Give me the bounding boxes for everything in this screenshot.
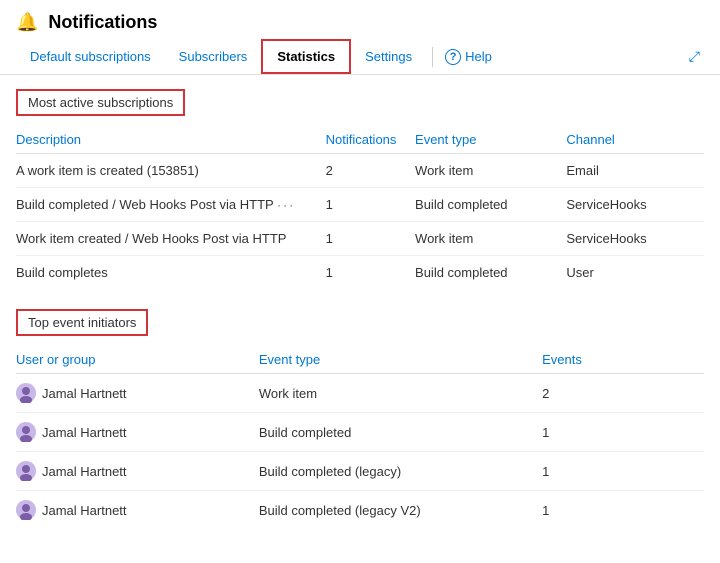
cell-user: Jamal Hartnett xyxy=(16,413,259,452)
subscriptions-table: Description Notifications Event type Cha… xyxy=(16,128,704,289)
col-user-header: User or group xyxy=(16,348,259,374)
cell-events: 1 xyxy=(542,491,704,530)
cell-user: Jamal Hartnett xyxy=(16,491,259,530)
nav-bar: Default subscriptions Subscribers Statis… xyxy=(0,39,720,75)
cell-events: 2 xyxy=(542,374,704,413)
table-row: Jamal Hartnett Build completed (legacy) … xyxy=(16,452,704,491)
cell-event-type: Build completed (legacy V2) xyxy=(259,491,542,530)
nav-divider xyxy=(432,47,433,67)
cell-description: Build completed / Web Hooks Post via HTT… xyxy=(16,188,326,222)
avatar xyxy=(16,500,36,520)
cell-description: Work item created / Web Hooks Post via H… xyxy=(16,222,326,256)
help-label: Help xyxy=(465,49,492,64)
avatar xyxy=(16,383,36,403)
cell-channel: User xyxy=(566,256,704,290)
help-link[interactable]: ? Help xyxy=(439,41,498,73)
tab-subscribers[interactable]: Subscribers xyxy=(165,41,262,72)
cell-event-type: Build completed (legacy) xyxy=(259,452,542,491)
cell-channel: ServiceHooks xyxy=(566,188,704,222)
cell-event-type: Work item xyxy=(259,374,542,413)
cell-event-type: Work item xyxy=(415,222,566,256)
table-row: Jamal Hartnett Build completed 1 xyxy=(16,413,704,452)
cell-description: A work item is created (153851) xyxy=(16,154,326,188)
cell-user: Jamal Hartnett xyxy=(16,452,259,491)
avatar xyxy=(16,422,36,442)
cell-user: Jamal Hartnett xyxy=(16,374,259,413)
cell-channel: ServiceHooks xyxy=(566,222,704,256)
page-title: Notifications xyxy=(48,12,157,33)
help-icon: ? xyxy=(445,49,461,65)
initiators-table: User or group Event type Events Jamal Ha… xyxy=(16,348,704,529)
col-eventtype-header: Event type xyxy=(415,128,566,154)
cell-event-type: Build completed xyxy=(415,188,566,222)
header: 🔔 Notifications xyxy=(0,0,720,39)
cell-description: Build completes xyxy=(16,256,326,290)
table-row: Jamal Hartnett Work item 2 xyxy=(16,374,704,413)
tab-settings[interactable]: Settings xyxy=(351,41,426,72)
col-channel-header: Channel xyxy=(566,128,704,154)
col-description-header: Description xyxy=(16,128,326,154)
cell-channel: Email xyxy=(566,154,704,188)
table-row: Work item created / Web Hooks Post via H… xyxy=(16,222,704,256)
expand-icon[interactable]: ⤢ xyxy=(685,40,704,73)
section2-header: Top event initiators xyxy=(16,309,148,336)
section1-header: Most active subscriptions xyxy=(16,89,185,116)
avatar xyxy=(16,461,36,481)
tab-default-subscriptions[interactable]: Default subscriptions xyxy=(16,41,165,72)
cell-notifications: 2 xyxy=(326,154,415,188)
table-row: Build completed / Web Hooks Post via HTT… xyxy=(16,188,704,222)
cell-events: 1 xyxy=(542,452,704,491)
table-row: A work item is created (153851) 2 Work i… xyxy=(16,154,704,188)
cell-event-type: Work item xyxy=(415,154,566,188)
table-row: Build completes 1 Build completed User xyxy=(16,256,704,290)
section-active-subscriptions: Most active subscriptions Description No… xyxy=(16,89,704,289)
ellipsis: ··· xyxy=(277,198,295,212)
bell-icon: 🔔 xyxy=(16,12,38,33)
cell-events: 1 xyxy=(542,413,704,452)
section-event-initiators: Top event initiators User or group Event… xyxy=(16,309,704,529)
cell-event-type: Build completed xyxy=(415,256,566,290)
col-notifications-header: Notifications xyxy=(326,128,415,154)
col-events-header: Events xyxy=(542,348,704,374)
cell-notifications: 1 xyxy=(326,188,415,222)
table-row: Jamal Hartnett Build completed (legacy V… xyxy=(16,491,704,530)
content: Most active subscriptions Description No… xyxy=(0,75,720,563)
cell-notifications: 1 xyxy=(326,222,415,256)
col-etype2-header: Event type xyxy=(259,348,542,374)
cell-event-type: Build completed xyxy=(259,413,542,452)
tab-statistics[interactable]: Statistics xyxy=(261,39,351,74)
cell-notifications: 1 xyxy=(326,256,415,290)
